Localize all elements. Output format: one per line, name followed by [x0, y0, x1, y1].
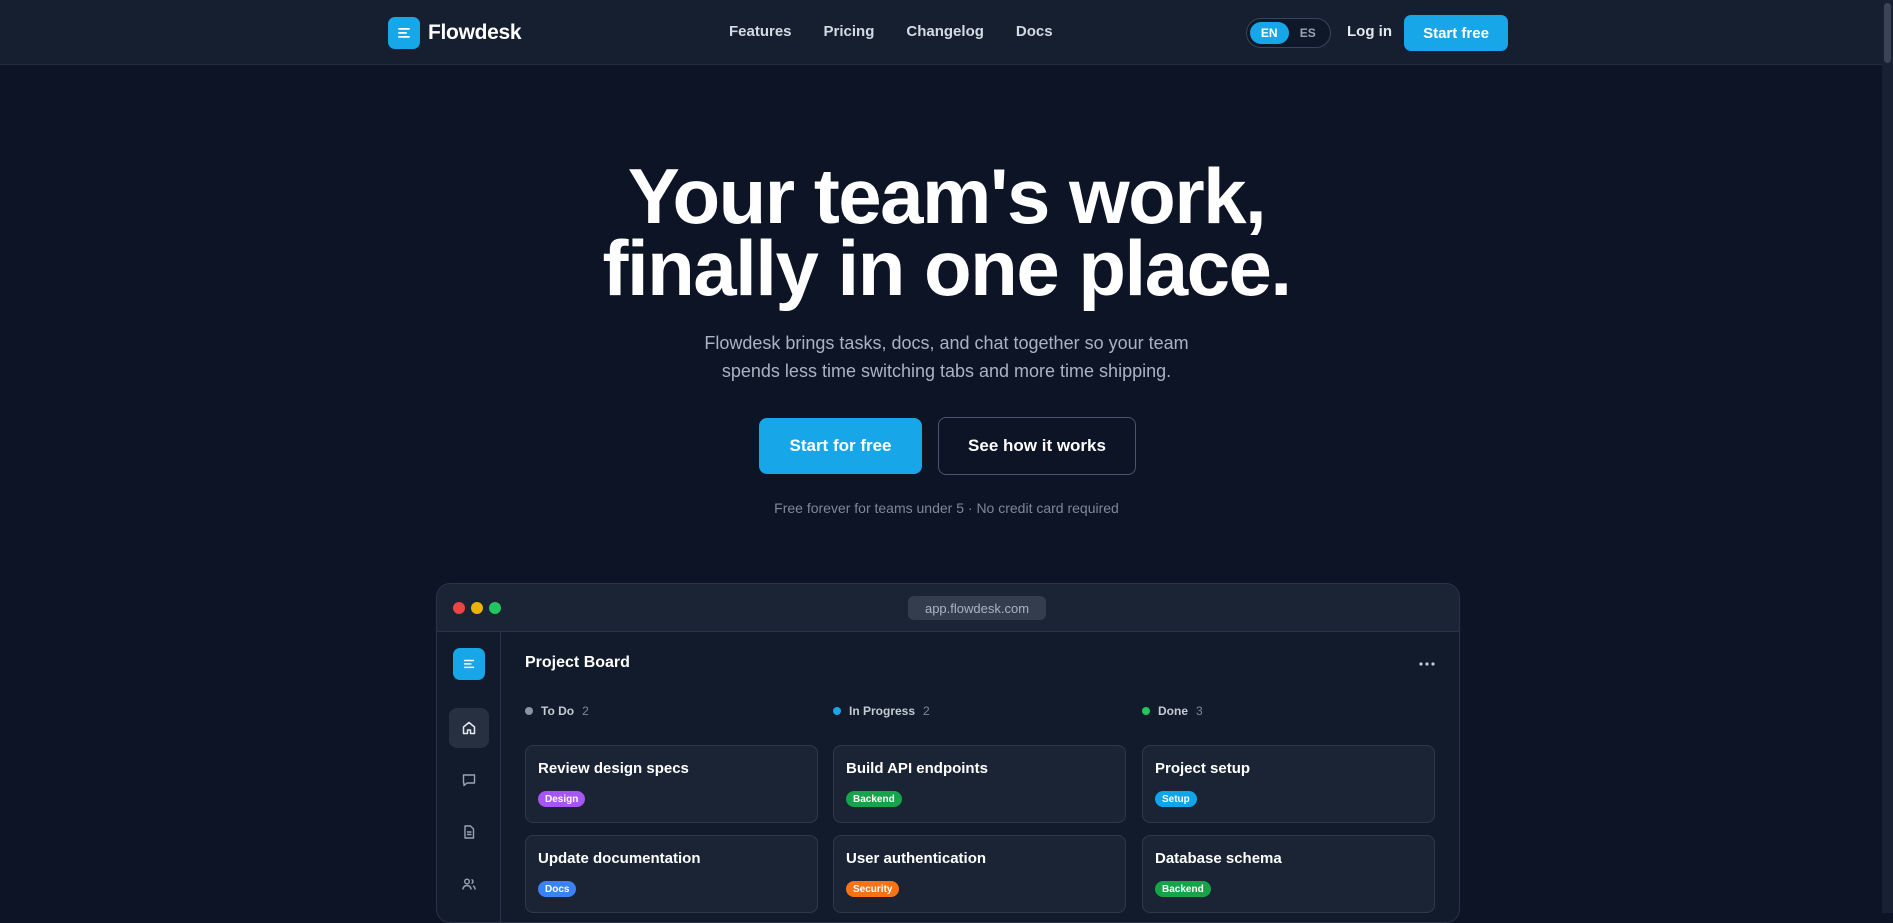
task-card[interactable]: User authentication Security [833, 835, 1126, 913]
column-name: To Do [541, 704, 575, 718]
document-icon[interactable] [449, 812, 489, 852]
brand[interactable]: Flowdesk [388, 17, 522, 49]
url-bar: app.flowdesk.com [908, 596, 1046, 620]
task-tag: Setup [1155, 791, 1197, 807]
column-count: 2 [582, 704, 589, 718]
task-card[interactable]: Review design specs Design [525, 745, 818, 823]
hero-subtitle-line-2: spends less time switching tabs and more… [721, 361, 1172, 381]
column-count: 2 [923, 704, 930, 718]
task-tag: Design [538, 791, 586, 807]
column-count: 3 [1196, 704, 1203, 718]
nav-link-docs[interactable]: Docs [1016, 23, 1053, 40]
status-dot [525, 707, 533, 715]
board-title: Project Board [525, 654, 630, 671]
more-options-icon[interactable] [1415, 656, 1439, 672]
chat-icon[interactable] [449, 760, 489, 800]
status-dot [1142, 707, 1150, 715]
column-header-in-progress: In Progress 2 [833, 704, 930, 718]
window-close-dot [453, 602, 465, 614]
lang-option-en[interactable]: EN [1250, 22, 1289, 44]
page-scrollbar[interactable] [1882, 0, 1893, 913]
language-toggle: EN ES [1246, 18, 1331, 48]
column-header-done: Done 3 [1142, 704, 1203, 718]
app-sidebar [437, 632, 501, 922]
task-title: User authentication [846, 850, 987, 867]
headline-emphasis: one [924, 224, 1060, 312]
nav-link-features[interactable]: Features [729, 23, 792, 40]
task-tag: Docs [538, 881, 577, 897]
task-tag: Backend [1155, 881, 1211, 897]
nav-links: Features Pricing Changelog Docs [729, 23, 1085, 40]
task-tag: Backend [846, 791, 902, 807]
start-free-button[interactable]: Start free [1404, 15, 1508, 51]
status-dot [833, 707, 841, 715]
task-card[interactable]: Update documentation Docs [525, 835, 818, 913]
see-how-it-works-button[interactable]: See how it works [938, 417, 1136, 475]
app-preview-window: app.flowdesk.com Project Board To Do 2 I… [436, 583, 1460, 923]
window-titlebar: app.flowdesk.com [437, 584, 1459, 632]
brand-name: Flowdesk [428, 21, 522, 44]
task-tag: Security [846, 881, 900, 897]
task-card[interactable]: Project setup Setup [1142, 745, 1435, 823]
column-name: Done [1158, 704, 1188, 718]
scrollbar-thumb[interactable] [1884, 3, 1891, 63]
window-maximize-dot [489, 602, 501, 614]
nav-link-pricing[interactable]: Pricing [824, 23, 875, 40]
hero-subtitle: Flowdesk brings tasks, docs, and chat to… [0, 329, 1893, 385]
top-navbar: Flowdesk Features Pricing Changelog Docs… [0, 0, 1893, 65]
nav-link-changelog[interactable]: Changelog [906, 23, 984, 40]
task-title: Review design specs [538, 760, 689, 777]
lang-option-es[interactable]: ES [1289, 22, 1328, 44]
app-logo-icon [453, 648, 485, 680]
flowdesk-logo-icon [388, 17, 420, 49]
start-for-free-button[interactable]: Start for free [759, 418, 922, 474]
task-card[interactable]: Build API endpoints Backend [833, 745, 1126, 823]
task-title: Project setup [1155, 760, 1251, 777]
window-minimize-dot [471, 602, 483, 614]
task-title: Database schema [1155, 850, 1282, 867]
hero-headline: Your team's work, finally in one place. [0, 157, 1893, 312]
task-card[interactable]: Database schema Backend [1142, 835, 1435, 913]
task-title: Build API endpoints [846, 760, 988, 777]
home-icon[interactable] [449, 708, 489, 748]
team-icon[interactable] [449, 864, 489, 904]
hero-note: Free forever for teams under 5 · No cred… [774, 500, 1119, 516]
login-link[interactable]: Log in [1347, 23, 1392, 40]
headline-line-2-post: place. [1058, 224, 1292, 312]
column-name: In Progress [849, 704, 916, 718]
hero-subtitle-line-1: Flowdesk brings tasks, docs, and chat to… [704, 333, 1189, 353]
column-header-todo: To Do 2 [525, 704, 589, 718]
task-title: Update documentation [538, 850, 701, 867]
headline-line-2-pre: finally in [602, 224, 925, 312]
